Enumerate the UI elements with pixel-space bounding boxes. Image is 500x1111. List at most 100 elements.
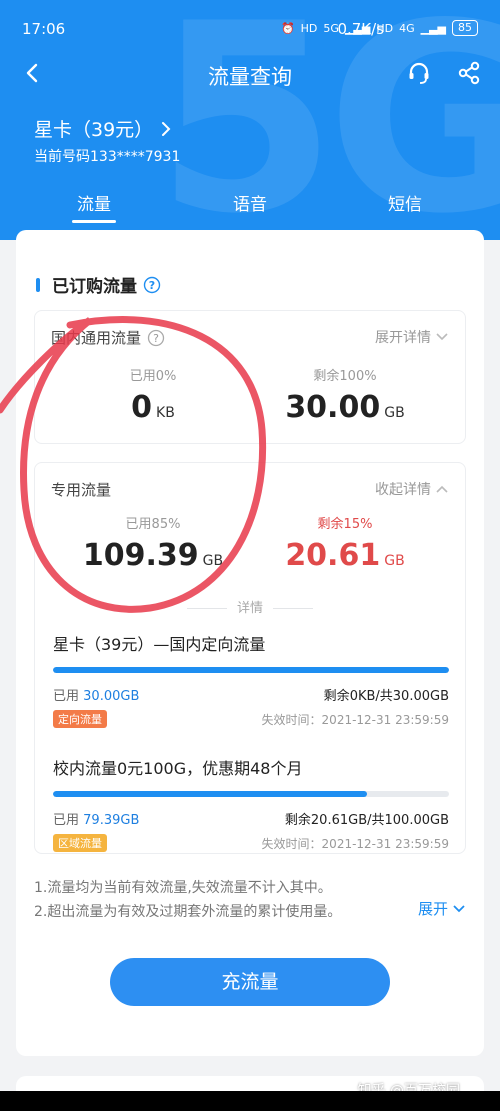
plan-name-text: 星卡（39元） [34, 119, 154, 141]
remain-amount: 剩余0KB/共30.00GB [324, 685, 449, 704]
recharge-data-button[interactable]: 充流量 [110, 958, 390, 1006]
list-item: 校内流量0元100G，优惠期48个月 已用 79.39GB 剩余20.61GB/… [53, 755, 449, 852]
total-amount: /共100.00GB [367, 813, 449, 828]
remain-prefix: 剩余 [323, 689, 350, 704]
used-percent-label: 已用85% [125, 517, 181, 532]
note-line: 2.超出流量为有效及过期套外流量的累计使用量。 [34, 904, 342, 920]
used-amount-value: 79.39GB [83, 813, 140, 828]
special-data-title: 专用流量 [51, 481, 112, 499]
special-remain-stat: 剩余15% 20.61 GB [255, 513, 435, 573]
chevron-down-icon [453, 904, 465, 912]
used-amount-value: 30.00GB [83, 689, 140, 704]
headset-icon [409, 62, 429, 84]
list-item: 星卡（39元）—国内定向流量 已用 30.00GB 剩余0KB/共30.00GB… [53, 631, 449, 728]
item-title: 星卡（39元）—国内定向流量 [53, 635, 266, 654]
used-unit: GB [202, 553, 224, 569]
note-line: 1.流量均为当前有效流量,失效流量不计入其中。 [34, 880, 332, 896]
section-title: 已订购流量 ? [52, 272, 161, 297]
total-amount: /共30.00GB [375, 689, 449, 704]
remain-unit: GB [384, 553, 405, 569]
remain-amount-value: 20.61GB [310, 813, 368, 828]
help-icon[interactable]: ? [147, 329, 165, 347]
remain-prefix: 剩余 [284, 813, 311, 828]
details-divider: 详情 [35, 597, 465, 616]
expire-time: 失效时间：2021-12-31 23:59:59 [261, 712, 449, 727]
tab-bar: 流量 语音 短信 [0, 186, 500, 226]
status-bar: 17:06 0.7K/s ⏰ HD 5G ▁▃▅ HD 4G ▁▃▅ 85 [0, 0, 500, 58]
used-prefix: 已用 [53, 689, 80, 704]
hd-label-1: HD [300, 21, 318, 35]
current-phone-number: 当前号码133****7931 [34, 149, 181, 165]
tab-voice[interactable]: 语音 [200, 190, 300, 215]
domestic-data-title: 国内通用流量 ? [51, 327, 165, 348]
item-title: 校内流量0元100G，优惠期48个月 [53, 759, 303, 778]
usage-progress-fill [53, 667, 449, 673]
expand-notes-button[interactable]: 展开 [418, 898, 466, 919]
meta-row: 定向流量 失效时间：2021-12-31 23:59:59 [53, 710, 449, 728]
share-icon [458, 61, 480, 85]
section-accent-bar [36, 278, 40, 292]
used-number: 0 [131, 390, 153, 425]
status-time: 17:06 [22, 20, 66, 38]
expand-label: 展开 [417, 900, 448, 918]
usage-progress-bar [53, 667, 449, 673]
domestic-data-card: 国内通用流量 ? 展开详情 已用0% 0 KB 剩余100% 30.00 GB [34, 310, 466, 444]
usage-row: 已用 30.00GB 剩余0KB/共30.00GB [53, 685, 449, 704]
header: 5G 17:06 0.7K/s ⏰ HD 5G ▁▃▅ HD 4G ▁▃▅ 85… [0, 0, 500, 240]
used-number: 109.39 [82, 538, 199, 573]
special-data-card: 专用流量 收起详情 已用85% 109.39 GB 剩余15% 20.61 GB 详… [34, 462, 466, 854]
active-tab-indicator [72, 220, 116, 223]
section-title-text: 已订购流量 [52, 277, 137, 297]
used-unit: KB [156, 405, 175, 421]
svg-text:?: ? [153, 332, 159, 345]
used-amount: 已用 79.39GB [53, 809, 139, 828]
customer-service-button[interactable] [404, 58, 434, 88]
tab-data[interactable]: 流量 [44, 190, 144, 215]
plan-selector[interactable]: 星卡（39元） [34, 115, 173, 142]
system-nav-bar [0, 1091, 500, 1111]
svg-text:?: ? [149, 279, 155, 292]
tab-sms[interactable]: 短信 [355, 190, 455, 215]
remain-number: 30.00 [285, 390, 381, 425]
used-percent-label: 已用0% [129, 369, 177, 384]
collapse-details-button[interactable]: 收起详情 [375, 479, 449, 499]
notes: 1.流量均为当前有效流量,失效流量不计入其中。 2.超出流量为有效及过期套外流量… [34, 876, 341, 924]
meta-row: 区域流量 失效时间：2021-12-31 23:59:59 [53, 834, 449, 852]
used-prefix: 已用 [53, 813, 80, 828]
remain-percent-label: 剩余15% [317, 517, 373, 532]
chevron-down-icon [436, 333, 448, 341]
status-icons: ⏰ HD 5G ▁▃▅ HD 4G ▁▃▅ 85 [281, 20, 478, 36]
remain-unit: GB [384, 405, 405, 421]
signal-icon-2: ▁▃▅ [420, 21, 446, 35]
remain-value: 20.61 GB [255, 538, 435, 573]
remain-value: 30.00 GB [255, 390, 435, 425]
chevron-right-icon [162, 121, 171, 136]
nav-bar: 流量查询 [0, 52, 500, 96]
used-value: 109.39 GB [63, 538, 243, 573]
domestic-remain-stat: 剩余100% 30.00 GB [255, 365, 435, 425]
domestic-used-stat: 已用0% 0 KB [63, 365, 243, 425]
share-button[interactable] [454, 58, 484, 88]
status-badge: 定向流量 [53, 710, 107, 728]
used-value: 0 KB [63, 390, 243, 425]
network-label-1: 5G [323, 21, 339, 35]
battery-icon: 85 [452, 20, 478, 36]
help-icon[interactable]: ? [143, 276, 161, 294]
remain-amount-value: 0KB [349, 689, 376, 704]
usage-progress-fill [53, 791, 368, 797]
network-label-2: 4G [399, 21, 415, 35]
expand-details-label: 展开详情 [375, 330, 431, 346]
expire-time: 失效时间：2021-12-31 23:59:59 [261, 836, 449, 851]
signal-icon: ▁▃▅ [344, 21, 371, 35]
remain-number: 20.61 [285, 538, 381, 573]
status-badge: 区域流量 [53, 834, 107, 852]
collapse-details-label: 收起详情 [375, 482, 431, 498]
expand-details-button[interactable]: 展开详情 [375, 327, 449, 347]
remain-amount: 剩余20.61GB/共100.00GB [285, 809, 449, 828]
main-card: 已订购流量 ? 国内通用流量 ? 展开详情 已用0% 0 KB 剩余100% 30… [16, 230, 484, 1056]
special-used-stat: 已用85% 109.39 GB [63, 513, 243, 573]
remain-percent-label: 剩余100% [313, 369, 377, 384]
usage-progress-bar [53, 791, 449, 797]
chevron-up-icon [436, 485, 448, 493]
alarm-icon: ⏰ [280, 21, 295, 35]
